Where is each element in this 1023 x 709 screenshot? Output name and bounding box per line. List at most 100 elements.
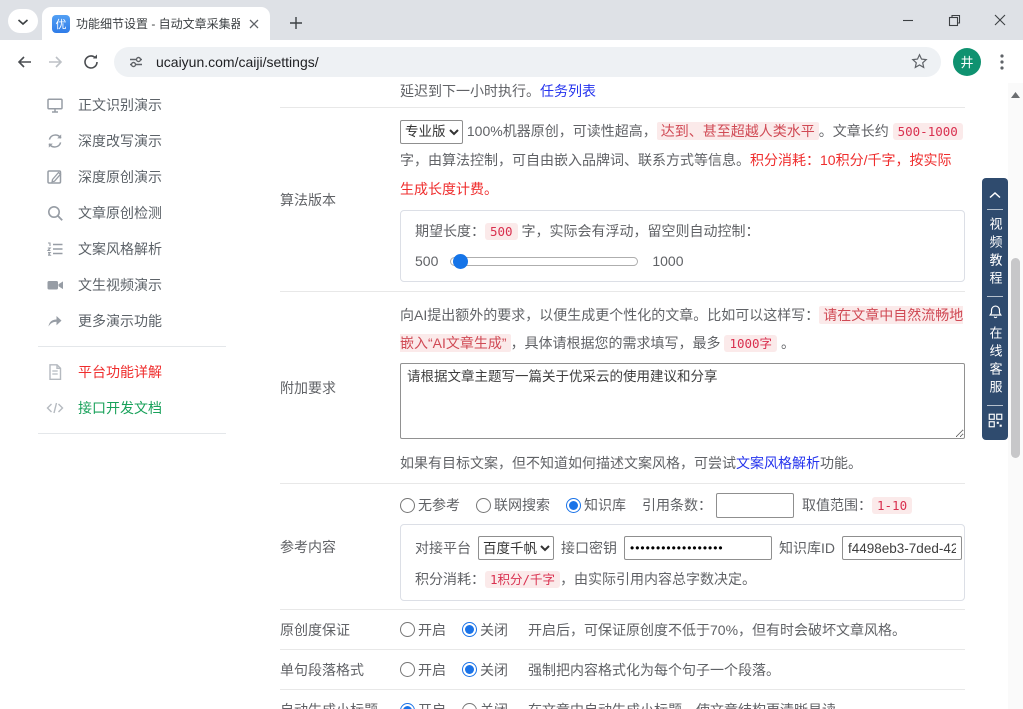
sidebar-item-platform-features[interactable]: 平台功能详解 — [0, 354, 270, 390]
search-icon — [46, 204, 64, 222]
algorithm-desc-text: 100%机器原创，可读性超高， — [467, 123, 657, 139]
api-key-input[interactable] — [624, 536, 772, 560]
toggle-description: 在文章中自动生成小标题，使文章结构更清晰易读。 — [528, 700, 850, 709]
window-restore-button[interactable] — [931, 0, 977, 40]
bell-icon — [988, 304, 1003, 322]
url-text[interactable]: ucaiyun.com/caiji/settings/ — [156, 54, 907, 70]
qr-code-button[interactable] — [988, 413, 1003, 431]
kb-id-input[interactable] — [842, 536, 962, 560]
panel-divider — [987, 405, 1003, 406]
settings-form: 延迟到下一小时执行。任务列表 算法版本 专业版 100%机器原创，可读性超高，达… — [280, 83, 965, 709]
back-button[interactable] — [6, 45, 40, 79]
sidebar-item-label: 更多演示功能 — [78, 311, 162, 331]
extra-intro-text: 。 — [777, 335, 795, 351]
row-label: 单句段落格式 — [280, 650, 400, 689]
sidebar-divider — [38, 433, 226, 434]
reload-button[interactable] — [74, 45, 108, 79]
reference-none-option[interactable]: 无参考 — [400, 495, 460, 515]
tab-search-button[interactable] — [8, 9, 38, 33]
sidebar-item-deep-original-demo[interactable]: 深度原创演示 — [0, 159, 270, 195]
toggle-on-option[interactable]: 开启 — [400, 700, 446, 709]
expected-length-box: 期望长度：500 字，实际会有浮动，留空则自动控制： 500 1000 — [400, 210, 965, 282]
expected-length-text: 字，实际会有浮动，留空则自动控制： — [518, 223, 760, 239]
ref-points-text: ，由实际引用内容总字数决定。 — [560, 571, 756, 587]
sidebar-item-style-analysis[interactable]: 文案风格解析 — [0, 231, 270, 267]
toggle-off-option[interactable]: 关闭 — [462, 660, 508, 680]
row-label: 附加要求 — [280, 292, 400, 483]
radio-input[interactable] — [462, 622, 477, 637]
sidebar-item-more-demos[interactable]: 更多演示功能 — [0, 303, 270, 339]
refresh-icon — [46, 132, 64, 150]
radio-input[interactable] — [462, 703, 477, 709]
originality-guarantee-row: 原创度保证 开启 关闭 开启后，可保证原创度不低于70%，但有时会破坏文章风格。 — [280, 610, 965, 650]
platform-select[interactable]: 百度千帆 — [478, 536, 554, 560]
video-tutorial-button[interactable]: 视频教程 — [986, 217, 1005, 289]
browser-menu-icon[interactable] — [987, 47, 1017, 77]
toggle-on-option[interactable]: 开启 — [400, 620, 446, 640]
citation-count-label: 引用条数： — [642, 495, 712, 515]
slider-max-label: 1000 — [652, 253, 683, 269]
style-note-text: 功能。 — [820, 455, 862, 471]
page-scrollbar[interactable] — [1008, 83, 1023, 709]
window-minimize-button[interactable] — [885, 0, 931, 40]
reference-knowledge-base-option[interactable]: 知识库 — [566, 495, 626, 515]
algorithm-version-select[interactable]: 专业版 — [400, 120, 463, 144]
slider-min-label: 500 — [415, 253, 438, 269]
algorithm-desc-text: 。文章长约 — [819, 123, 893, 139]
document-icon — [46, 363, 64, 381]
tab-close-icon[interactable] — [246, 16, 262, 32]
radio-input[interactable] — [400, 622, 415, 637]
length-slider[interactable] — [450, 257, 638, 266]
chevron-up-icon — [989, 186, 1001, 202]
chevron-down-icon — [17, 13, 29, 29]
video-tutorial-label: 视频教程 — [986, 217, 1005, 289]
citation-count-input[interactable] — [716, 493, 794, 518]
extra-requirements-textarea[interactable]: 请根据文章主题写一篇关于优采云的使用建议和分享 — [400, 363, 965, 439]
radio-input[interactable] — [400, 662, 415, 677]
sidebar-item-originality-check[interactable]: 文章原创检测 — [0, 195, 270, 231]
toggle-off-option[interactable]: 关闭 — [462, 620, 508, 640]
radio-input[interactable] — [566, 498, 581, 513]
reference-web-search-option[interactable]: 联网搜索 — [476, 495, 550, 515]
window-close-button[interactable] — [977, 0, 1023, 40]
sidebar-item-label: 正文识别演示 — [78, 95, 162, 115]
radio-input[interactable] — [400, 703, 415, 709]
scrollbar-thumb[interactable] — [1011, 258, 1020, 458]
profile-avatar[interactable]: 井 — [953, 48, 981, 76]
address-bar[interactable]: ucaiyun.com/caiji/settings/ — [114, 47, 941, 77]
bookmark-star-icon[interactable] — [907, 50, 931, 74]
extra-intro-text: 向AI提出额外的要求，以便生成更个性化的文章。比如可以这样写： — [400, 307, 819, 323]
sidebar-item-label: 文章原创检测 — [78, 203, 162, 223]
toggle-description: 强制把内容格式化为每个句子一个段落。 — [528, 660, 780, 680]
range-label: 取值范围： — [802, 495, 872, 515]
collapse-panel-button[interactable] — [989, 186, 1001, 202]
forward-button[interactable] — [40, 45, 74, 79]
online-service-button[interactable]: 在线客服 — [986, 304, 1005, 398]
toggle-off-option[interactable]: 关闭 — [462, 700, 508, 709]
browser-tab-active[interactable]: 优 功能细节设置 - 自动文章采集器 — [42, 7, 270, 40]
site-settings-icon[interactable] — [124, 50, 148, 74]
sidebar-item-api-docs[interactable]: 接口开发文档 — [0, 390, 270, 426]
top-note-row: 延迟到下一小时执行。任务列表 — [280, 83, 965, 108]
window-controls — [885, 0, 1023, 40]
code-icon — [46, 399, 64, 417]
length-slider-thumb[interactable] — [453, 254, 468, 269]
radio-input[interactable] — [476, 498, 491, 513]
scrollbar-up-arrow-icon[interactable] — [1011, 90, 1020, 99]
expected-length-text: 期望长度： — [415, 223, 485, 239]
extra-intro-text: ，具体请根据您的需求填写，最多 — [511, 335, 725, 351]
radio-input[interactable] — [462, 662, 477, 677]
new-tab-button[interactable] — [282, 10, 310, 38]
task-list-link[interactable]: 任务列表 — [540, 83, 596, 99]
sidebar: 正文识别演示 深度改写演示 深度原创演示 文章原创检测 文案风格解析 — [0, 83, 270, 441]
radio-input[interactable] — [400, 498, 415, 513]
toggle-description: 开启后，可保证原创度不低于70%，但有时会破坏文章风格。 — [528, 620, 906, 640]
toggle-on-option[interactable]: 开启 — [400, 660, 446, 680]
edit-icon — [46, 168, 64, 186]
floating-side-panel: 视频教程 在线客服 — [982, 178, 1008, 440]
sidebar-item-deep-rewrite-demo[interactable]: 深度改写演示 — [0, 123, 270, 159]
style-analysis-link[interactable]: 文案风格解析 — [736, 455, 820, 471]
algorithm-desc-highlight: 达到、甚至超越人类水平 — [657, 122, 819, 140]
sidebar-item-text-to-video-demo[interactable]: 文生视频演示 — [0, 267, 270, 303]
sidebar-item-text-recognition-demo[interactable]: 正文识别演示 — [0, 87, 270, 123]
